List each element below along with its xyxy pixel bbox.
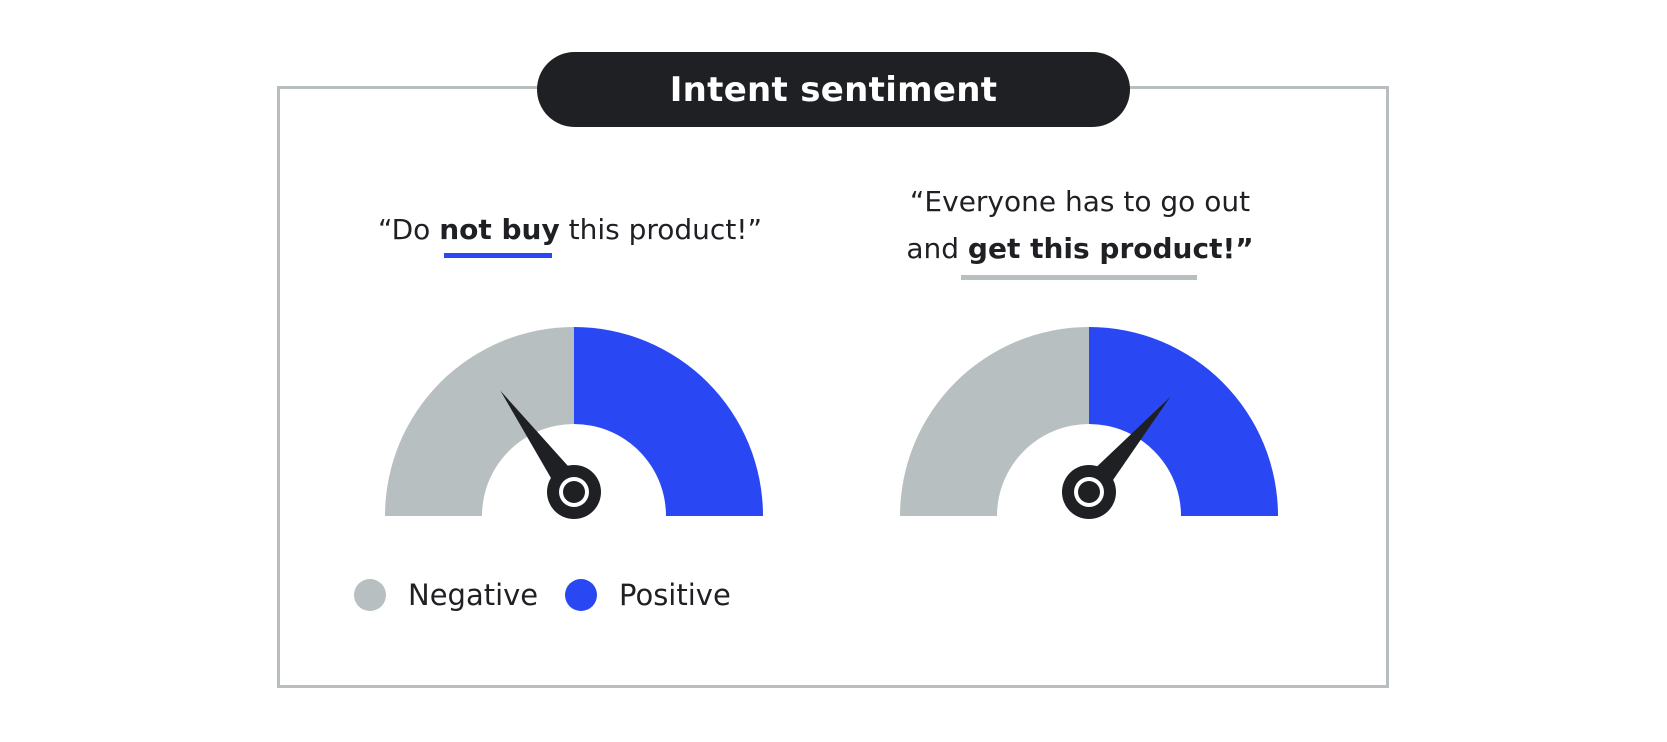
gauge-positive-quote-negative-arc [900,327,1089,516]
legend-negative: Negative [354,578,538,612]
gauge-negative-quote-negative-arc [385,327,574,516]
gauge-negative-quote-positive-arc [574,327,763,516]
legend-negative-label: Negative [408,578,539,612]
legend-positive-swatch [565,579,597,611]
legend-positive-label: Positive [619,578,731,612]
gauge-positive-quote-positive-arc [1089,327,1278,516]
gauges [385,327,1278,519]
gauge-negative-quote-hub-center [563,481,585,503]
gauge-positive-quote-hub-center [1078,481,1100,503]
legend-negative-swatch [354,579,386,611]
legend-positive: Positive [565,578,731,612]
